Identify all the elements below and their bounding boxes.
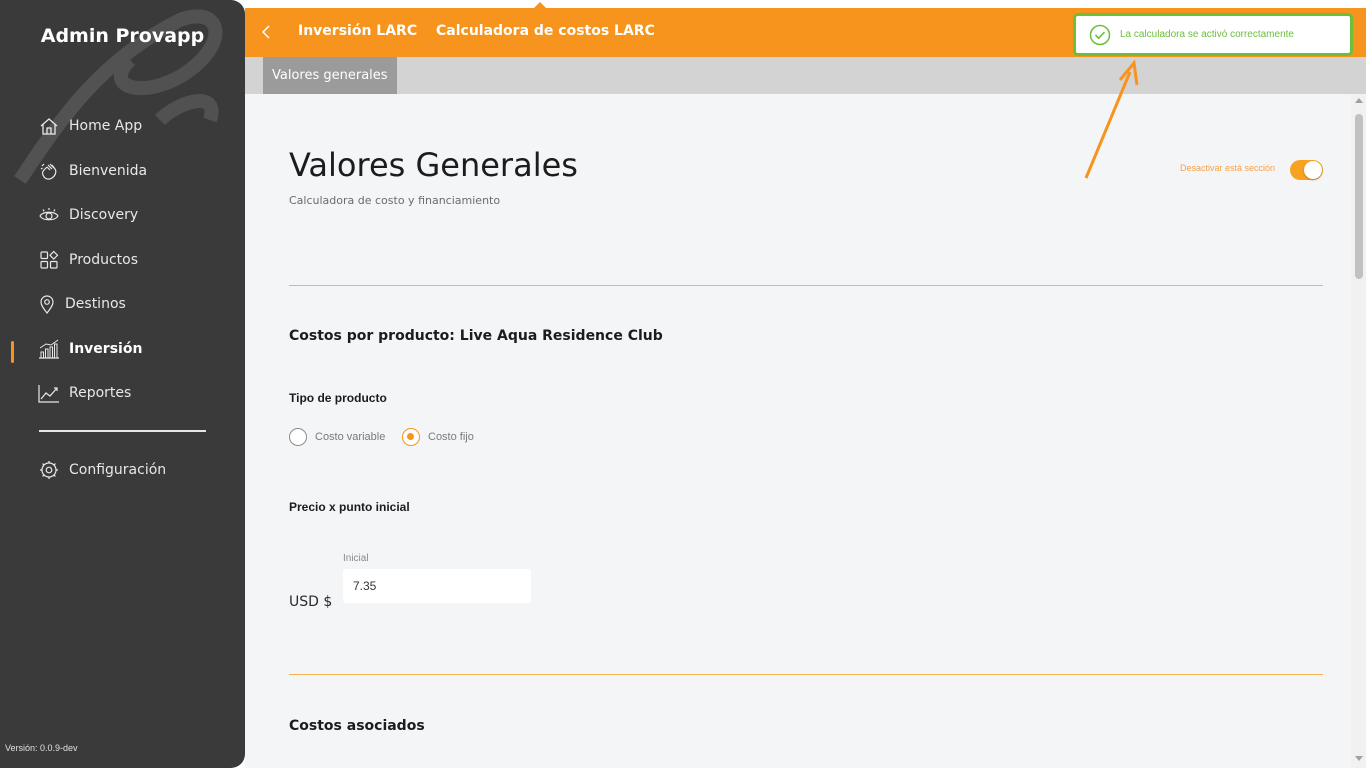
active-indicator <box>11 341 14 363</box>
scroll-up-arrow-icon[interactable] <box>1355 98 1363 103</box>
sidebar: Admin Provapp Home App Bienvenida Discov… <box>0 0 245 768</box>
sidebar-item-discovery[interactable]: Discovery <box>38 203 138 227</box>
breadcrumb-inversion-larc[interactable]: Inversión LARC <box>298 23 417 39</box>
radio-costo-fijo[interactable]: Costo fijo <box>402 428 474 446</box>
breadcrumb-calculadora[interactable]: Calculadora de costos LARC <box>436 23 655 39</box>
house-icon <box>38 115 60 137</box>
radio-circle <box>402 428 420 446</box>
sidebar-item-reportes[interactable]: Reportes <box>38 381 131 405</box>
sub-navigation-bar: Valores generales <box>245 57 1366 94</box>
scroll-down-arrow-icon[interactable] <box>1355 756 1363 761</box>
sidebar-item-label: Productos <box>69 252 139 268</box>
currency-label: USD $ <box>289 594 333 610</box>
map-pin-icon <box>38 293 56 315</box>
vertical-scrollbar[interactable] <box>1351 94 1366 768</box>
toast-message: La calculadora se activó correctamente <box>1120 29 1294 40</box>
sidebar-item-label: Reportes <box>69 385 132 401</box>
brand-title: Admin Provapp <box>40 25 205 47</box>
gear-icon <box>38 459 60 481</box>
radio-circle <box>289 428 307 446</box>
sidebar-item-label: Discovery <box>69 207 139 223</box>
radio-label: Costo variable <box>315 431 386 443</box>
sidebar-item-label: Bienvenida <box>69 163 148 179</box>
precio-inicial-input[interactable] <box>343 569 531 603</box>
active-crumb-notch <box>533 2 547 9</box>
sidebar-item-label: Inversión <box>69 341 143 357</box>
section-title-costos-asociados: Costos asociados <box>289 718 425 734</box>
section-divider <box>289 674 1323 675</box>
back-chevron-icon[interactable] <box>259 22 273 42</box>
radio-label: Costo fijo <box>428 431 474 443</box>
version-label: Versión: 0.0.9-dev <box>5 743 78 753</box>
sidebar-item-label: Home App <box>69 118 143 134</box>
sidebar-item-home-app[interactable]: Home App <box>38 114 142 138</box>
sidebar-item-productos[interactable]: Productos <box>38 248 138 272</box>
input-label-inicial: Inicial <box>343 553 369 564</box>
sidebar-item-configuracion[interactable]: Configuración <box>38 458 166 482</box>
radio-costo-variable[interactable]: Costo variable <box>289 428 385 446</box>
page-title: Valores Generales <box>289 146 578 184</box>
bar-chart-icon <box>38 338 60 360</box>
toggle-knob <box>1304 161 1322 179</box>
success-toast: La calculadora se activó correctamente <box>1073 13 1353 56</box>
annotation-arrow <box>1084 60 1139 179</box>
sidebar-item-destinos[interactable]: Destinos <box>38 292 126 316</box>
sidebar-item-label: Destinos <box>65 296 126 312</box>
section-divider <box>289 285 1323 286</box>
toggle-label: Desactivar está sección <box>1180 163 1276 173</box>
section-title-costos-producto: Costos por producto: Live Aqua Residence… <box>289 328 663 344</box>
main-content: Valores Generales Calculadora de costo y… <box>245 94 1351 768</box>
tab-valores-generales[interactable]: Valores generales <box>263 57 397 94</box>
check-circle-icon <box>1089 24 1111 45</box>
grid-shapes-icon <box>38 249 60 271</box>
sidebar-divider <box>39 430 206 432</box>
scroll-thumb[interactable] <box>1355 114 1363 279</box>
field-label-tipo-producto: Tipo de producto <box>289 391 387 405</box>
line-chart-icon <box>38 382 60 404</box>
sidebar-item-label: Configuración <box>69 462 167 478</box>
page-subtitle: Calculadora de costo y financiamiento <box>289 194 501 207</box>
sidebar-item-bienvenida[interactable]: Bienvenida <box>38 159 147 183</box>
waving-hand-icon <box>38 160 60 182</box>
field-label-precio-punto: Precio x punto inicial <box>289 500 410 514</box>
eye-icon <box>38 204 60 226</box>
sidebar-item-inversion[interactable]: Inversión <box>38 337 142 361</box>
section-toggle[interactable] <box>1290 160 1323 180</box>
